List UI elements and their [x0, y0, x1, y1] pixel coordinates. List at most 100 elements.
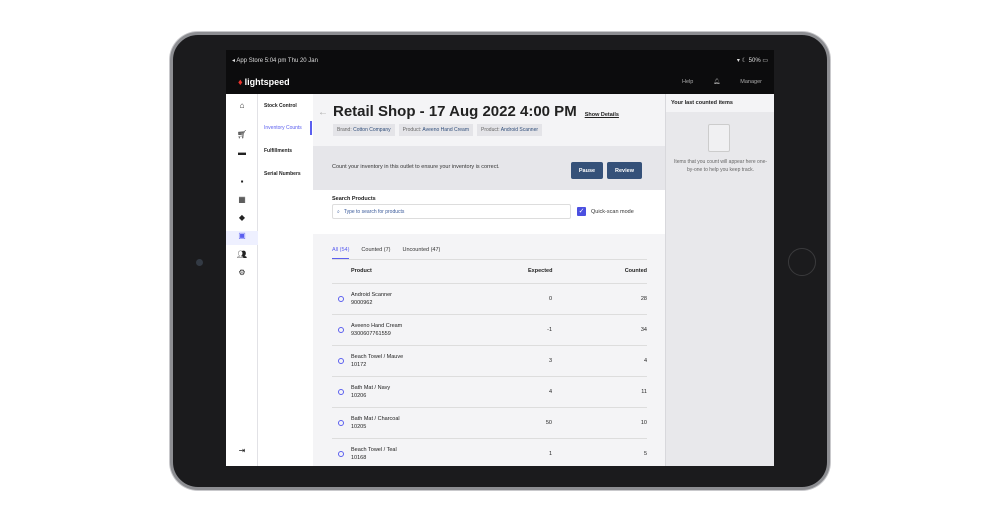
brand-name: lightspeed: [244, 77, 290, 87]
home-icon[interactable]: ⌂: [226, 101, 258, 115]
product-name: Bath Mat / Charcoal: [351, 416, 400, 422]
tab-counted[interactable]: Counted (7): [361, 247, 390, 259]
pause-button[interactable]: Pause: [571, 162, 603, 179]
expected-value: 1: [548, 451, 552, 457]
expected-value: 4: [548, 389, 552, 395]
expected-value: -1: [547, 327, 552, 333]
tab-divider: [332, 259, 647, 260]
wifi-icon: ▾ ☾: [736, 57, 749, 64]
product-name: Beach Towel / Mauve: [351, 354, 404, 360]
tab-uncounted[interactable]: Uncounted (47): [402, 247, 440, 259]
product-sku: 10205: [351, 424, 367, 430]
tag-icon[interactable]: ◆: [226, 213, 258, 227]
col-expected: Expected: [528, 268, 553, 274]
row-status-icon[interactable]: [338, 451, 344, 457]
col-product: Product: [351, 268, 372, 274]
last-counted-panel: Your last counted items Items that you c…: [665, 94, 774, 466]
tabs: All (54) Counted (7) Uncounted (47): [332, 247, 440, 259]
row-status-icon[interactable]: [338, 296, 344, 302]
submenu-fulfillments[interactable]: Fulfillments: [264, 148, 292, 154]
clipboard-icon: [708, 124, 730, 152]
submenu-serial-numbers[interactable]: Serial Numbers: [264, 171, 301, 177]
banner-text: Count your inventory in this outlet to e…: [332, 164, 500, 170]
row-status-icon[interactable]: [338, 420, 344, 426]
row-status-icon[interactable]: [338, 327, 344, 333]
battery-level: 50%: [748, 57, 761, 64]
review-button[interactable]: Review: [607, 162, 642, 179]
home-button: [788, 248, 816, 276]
filter-chips: Brand: Cotton Company Product: Aveeno Ha…: [333, 124, 543, 136]
status-left: ◂ App Store 5:04 pm Thu 20 Jan: [232, 57, 318, 64]
counted-value[interactable]: 10: [641, 420, 647, 426]
settings-icon[interactable]: ⚙: [226, 268, 258, 282]
filter-chip[interactable]: Product: Android Scanner: [477, 124, 543, 136]
search-input[interactable]: ⌕ Type to search for products: [332, 204, 571, 219]
product-sku: 9000962: [351, 300, 373, 306]
status-bar: ◂ App Store 5:04 pm Thu 20 Jan ▾ ☾ 50% ▭: [226, 50, 774, 70]
screen: ◂ App Store 5:04 pm Thu 20 Jan ▾ ☾ 50% ▭…: [226, 50, 774, 466]
battery-icon: ▭: [760, 57, 768, 64]
instructions-banner: Count your inventory in this outlet to e…: [313, 146, 665, 190]
counted-value[interactable]: 28: [641, 296, 647, 302]
table-row[interactable]: Beach Towel / Mauve 10172 3 4: [332, 345, 647, 376]
tab-all[interactable]: All (54): [332, 247, 350, 259]
row-status-icon[interactable]: [338, 389, 344, 395]
help-link[interactable]: Help: [682, 79, 693, 85]
product-sku: 10172: [351, 362, 367, 368]
search-section: Search Products ⌕ Type to search for pro…: [313, 190, 665, 234]
quick-scan-checkbox[interactable]: ✓: [577, 207, 586, 216]
inventory-icon[interactable]: ▣: [226, 231, 258, 245]
icon-sidebar: ⌂ 🛒︎ ▬ ▪ ▦ ◆ ▣ 👥︎ ⚙ ⇥: [226, 94, 258, 466]
table-row[interactable]: Beach Towel / Teal 10168 1 5: [332, 438, 647, 466]
flame-icon: ♦: [238, 77, 243, 87]
product-name: Aveeno Hand Cream: [351, 323, 403, 329]
counted-value[interactable]: 11: [641, 389, 647, 395]
status-right: ▾ ☾ 50% ▭: [737, 57, 768, 64]
quick-scan-label: Quick-scan mode: [591, 209, 634, 215]
product-name: Bath Mat / Navy: [351, 385, 391, 391]
filter-chip[interactable]: Brand: Cotton Company: [333, 124, 395, 136]
empty-state-text: Items that you count will appear here on…: [673, 159, 768, 173]
search-placeholder: Type to search for products: [343, 208, 405, 215]
expected-value: 50: [545, 420, 552, 426]
search-icon: ⌕: [337, 208, 340, 215]
table-row[interactable]: Bath Mat / Charcoal 10205 50 10: [332, 407, 647, 438]
filter-chip[interactable]: Product: Aveeno Hand Cream: [398, 124, 474, 136]
product-sku: 9300607761559: [351, 331, 391, 337]
row-status-icon[interactable]: [338, 358, 344, 364]
col-counted: Counted: [624, 268, 647, 274]
page-title: Retail Shop - 17 Aug 2022 4:00 PM Show D…: [333, 103, 619, 120]
submenu-inventory-counts[interactable]: Inventory Counts: [264, 125, 302, 131]
expected-value: 0: [548, 296, 552, 302]
counted-value[interactable]: 4: [644, 358, 647, 364]
logout-icon[interactable]: ⇥: [226, 446, 258, 460]
page-title-text: Retail Shop - 17 Aug 2022 4:00 PM: [333, 103, 577, 120]
search-label: Search Products: [332, 196, 376, 202]
table-row[interactable]: Android Scanner 9000962 0 28: [332, 283, 647, 314]
active-indicator: [310, 121, 312, 135]
logo: ♦ lightspeed: [238, 77, 290, 87]
counted-value[interactable]: 34: [641, 327, 647, 333]
camera: [196, 259, 203, 266]
customers-icon[interactable]: 👥︎: [226, 250, 258, 264]
counted-value[interactable]: 5: [644, 451, 647, 457]
product-name: Beach Towel / Teal: [351, 447, 397, 453]
table-row[interactable]: Aveeno Hand Cream 9300607761559 -1 34: [332, 314, 647, 345]
bell-icon[interactable]: 🔔︎: [713, 79, 720, 85]
register-icon[interactable]: ▬: [226, 148, 258, 162]
reports-icon[interactable]: ▦: [226, 195, 258, 209]
product-name: Android Scanner: [351, 292, 392, 298]
submenu-stock-control[interactable]: Stock Control: [264, 103, 297, 109]
expected-value: 3: [548, 358, 552, 364]
user-menu[interactable]: Manager: [740, 79, 762, 85]
submenu: Stock Control Inventory Counts Fulfillme…: [258, 94, 313, 466]
invoice-icon[interactable]: ▪: [226, 177, 258, 191]
app-header: ♦ lightspeed Help 🔔︎ Manager: [226, 70, 774, 94]
table-row[interactable]: Bath Mat / Navy 10206 4 11: [332, 376, 647, 407]
cart-icon[interactable]: 🛒︎: [226, 130, 258, 144]
product-sku: 10168: [351, 455, 367, 461]
back-arrow-icon[interactable]: ←: [318, 107, 328, 118]
product-sku: 10206: [351, 393, 367, 399]
show-details-link[interactable]: Show Details: [585, 112, 619, 118]
panel-title: Your last counted items: [666, 94, 774, 112]
